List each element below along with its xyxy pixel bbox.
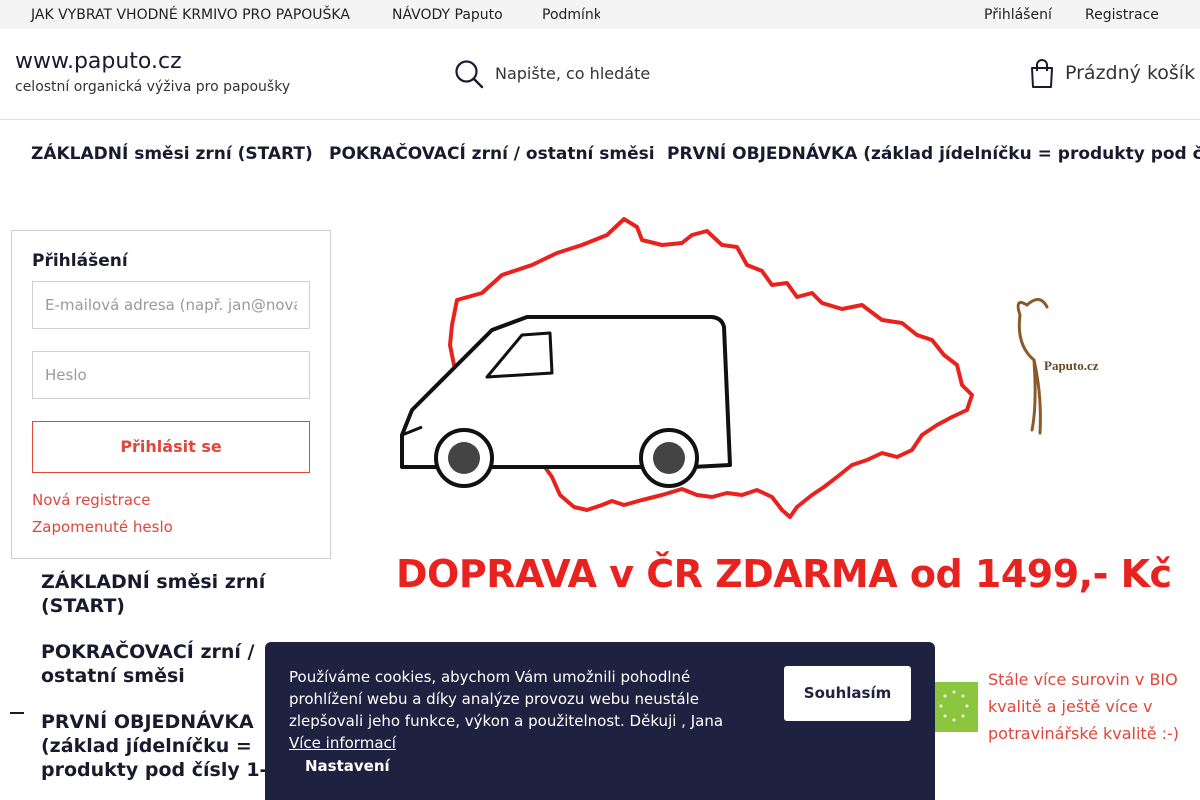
new-registration-link[interactable]: Nová registrace <box>32 491 151 509</box>
cookie-more-info-link[interactable]: Více informací <box>289 734 396 752</box>
site-subtitle: celostní organická výživa pro papoušky <box>15 79 291 95</box>
login-submit-button[interactable]: Přihlásit se <box>32 421 310 473</box>
topbar-register-link[interactable]: Registrace <box>1085 7 1159 23</box>
topbar-login-link[interactable]: Přihlášení <box>984 7 1052 23</box>
delivery-banner-image[interactable]: Paputo.cz <box>392 205 1152 605</box>
site-header: www.paputo.cz celostní organická výživa … <box>0 29 1200 120</box>
sidebar-category-pokracovaci[interactable]: POKRAČOVACÍ zrní / ostatní směsi <box>41 640 291 688</box>
cookie-message: Používáme cookies, abychom Vám umožnili … <box>289 666 759 754</box>
shopping-bag-icon[interactable] <box>1029 59 1055 89</box>
collapse-minus-icon[interactable] <box>10 712 24 714</box>
search-input[interactable] <box>495 64 755 83</box>
bio-quality-note: Stále více surovin v BIO kvalitě a ještě… <box>988 670 1180 743</box>
login-box: Přihlášení Přihlásit se Nová registrace … <box>11 230 331 559</box>
parrot-logo-text: Paputo.cz <box>1044 358 1099 373</box>
cookie-message-text: Používáme cookies, abychom Vám umožnili … <box>289 668 724 730</box>
cart-link[interactable]: Prázdný košík <box>1065 62 1195 84</box>
menu-item-pokracovaci[interactable]: POKRAČOVACÍ zrní / ostatní směsi <box>329 144 655 164</box>
cookie-accept-button[interactable]: Souhlasím <box>784 666 911 721</box>
password-field[interactable] <box>32 351 310 399</box>
topbar-link-podminky[interactable]: Podmínky <box>542 7 600 23</box>
eu-organic-leaf-icon <box>930 682 978 732</box>
forgot-password-link[interactable]: Zapomenuté heslo <box>32 518 173 536</box>
parrot-logo <box>1016 298 1049 435</box>
menu-item-prvni-objednavka[interactable]: PRVNÍ OBJEDNÁVKA (základ jídelníčku = pr… <box>667 144 1200 164</box>
free-shipping-caption: DOPRAVA v ČR ZDARMA od 1499,- Kč <box>396 552 1172 596</box>
menu-item-zakladni[interactable]: ZÁKLADNÍ směsi zrní (START) <box>31 144 313 164</box>
topbar-link-navody[interactable]: NÁVODY Paputo <box>392 7 503 23</box>
search-icon[interactable] <box>454 59 484 89</box>
cookie-settings-button[interactable]: Nastavení <box>305 757 390 775</box>
email-field[interactable] <box>32 281 310 329</box>
sidebar-category-zakladni[interactable]: ZÁKLADNÍ směsi zrní (START) <box>41 570 291 618</box>
site-title[interactable]: www.paputo.cz <box>15 49 182 74</box>
top-utility-bar: JAK VYBRAT VHODNÉ KRMIVO PRO PAPOUŠKA NÁ… <box>0 0 1200 29</box>
cookie-consent-bar: Používáme cookies, abychom Vám umožnili … <box>265 642 935 800</box>
topbar-link-krmivo[interactable]: JAK VYBRAT VHODNÉ KRMIVO PRO PAPOUŠKA <box>31 7 350 23</box>
login-title: Přihlášení <box>32 251 128 271</box>
sidebar-category-prvni-objednavka[interactable]: PRVNÍ OBJEDNÁVKA (základ jídelníčku = pr… <box>41 710 291 782</box>
main-menu: ZÁKLADNÍ směsi zrní (START) POKRAČOVACÍ … <box>0 120 1200 188</box>
